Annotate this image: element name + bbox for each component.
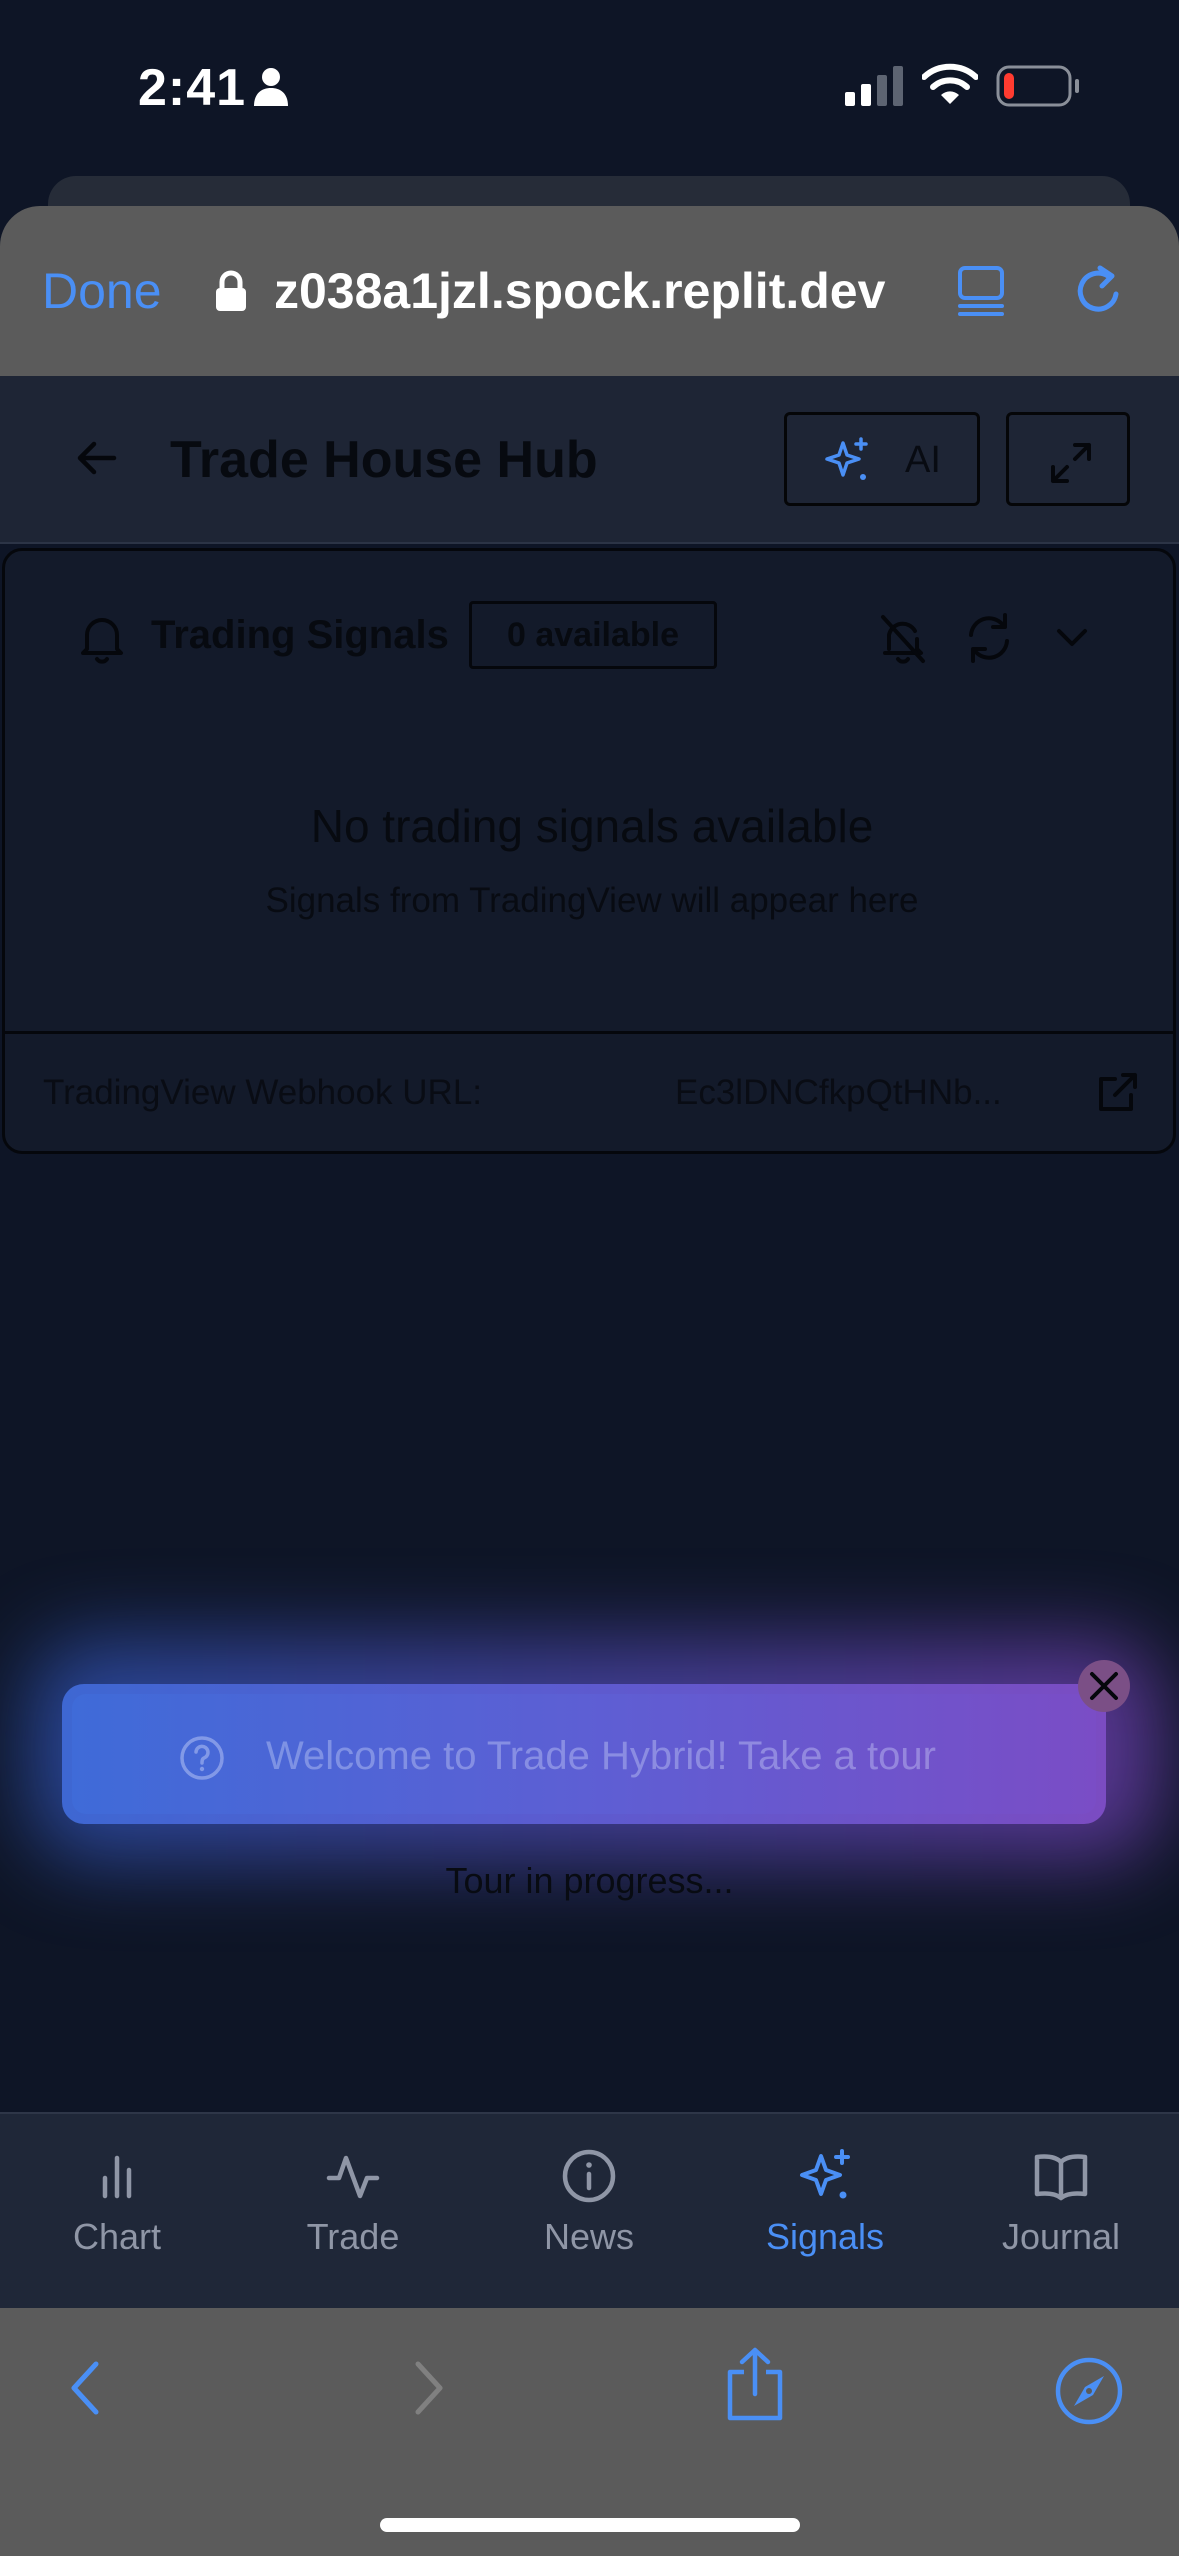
tab-label: Signals [765, 2216, 885, 2257]
tour-banner-text: Welcome to Trade Hybrid! Take a tour [266, 1734, 936, 1778]
close-icon [1090, 1672, 1118, 1700]
screen: 2:41 Done z038a1jzl.spock.replit.dev Tra… [0, 0, 1179, 2556]
browser-back-icon[interactable] [62, 2358, 112, 2418]
trading-signals-card: Trading Signals 0 available No trading s… [2, 548, 1176, 1154]
maximize-icon [1051, 443, 1091, 483]
book-open-icon [1034, 2154, 1088, 2201]
card-divider [5, 1031, 1173, 1034]
tab-chart[interactable]: Chart [17, 2148, 217, 2278]
ai-button[interactable]: AI [784, 412, 980, 506]
bell-off-icon[interactable] [877, 611, 929, 665]
url-field[interactable]: z038a1jzl.spock.replit.dev [274, 262, 885, 320]
signals-title: Trading Signals [151, 613, 449, 657]
bell-icon [81, 618, 123, 664]
lock-icon [216, 270, 246, 311]
empty-state-subtitle: Signals from TradingView will appear her… [265, 881, 919, 920]
tabs-overview-icon[interactable] [956, 264, 1006, 318]
sparkles-icon [825, 437, 868, 480]
tour-banner[interactable]: Welcome to Trade Hybrid! Take a tour [62, 1684, 1106, 1824]
tab-news[interactable]: News [489, 2148, 689, 2278]
signal-count-badge: 0 available [469, 601, 717, 669]
page-title: Trade House Hub [170, 431, 598, 489]
ai-button-label: AI [905, 439, 941, 481]
chevron-down-icon[interactable] [1051, 617, 1093, 659]
cellular-signal-icon [845, 66, 903, 106]
external-link-icon[interactable] [1095, 1069, 1141, 1115]
battery-icon [996, 65, 1079, 107]
refresh-icon[interactable] [963, 611, 1015, 665]
tour-banner-inner: Welcome to Trade Hybrid! Take a tour [72, 1694, 1096, 1814]
webhook-url-value[interactable]: Ec3lDNCfkpQtHNb... [675, 1073, 1002, 1113]
tour-status-text: Tour in progress... [445, 1860, 734, 1901]
tab-signals[interactable]: Signals [725, 2148, 925, 2278]
expand-button[interactable] [1006, 412, 1130, 506]
person-icon [254, 68, 288, 106]
tab-label: Journal [1001, 2216, 1121, 2257]
tab-label: Trade [306, 2216, 400, 2257]
reload-icon[interactable] [1072, 264, 1126, 318]
empty-state-title: No trading signals available [310, 800, 874, 852]
back-arrow-icon[interactable] [74, 436, 118, 480]
webhook-url-label: TradingView Webhook URL: [43, 1073, 483, 1112]
tour-close-button[interactable] [1078, 1660, 1130, 1712]
home-indicator [380, 2518, 800, 2532]
tab-journal[interactable]: Journal [961, 2148, 1161, 2278]
tab-label: Chart [72, 2216, 162, 2257]
share-icon[interactable] [720, 2346, 790, 2422]
tab-label: News [543, 2216, 635, 2257]
sparkles-icon [800, 2149, 850, 2199]
activity-icon [326, 2155, 380, 2199]
wifi-icon [922, 63, 978, 104]
info-icon [562, 2149, 616, 2203]
bar-chart-icon [102, 2155, 132, 2199]
compass-icon[interactable] [1054, 2356, 1124, 2426]
tab-trade[interactable]: Trade [253, 2148, 453, 2278]
done-button[interactable]: Done [42, 262, 162, 320]
status-time: 2:41 [138, 59, 247, 117]
browser-forward-icon[interactable] [402, 2358, 452, 2418]
help-circle-icon [180, 1736, 224, 1780]
